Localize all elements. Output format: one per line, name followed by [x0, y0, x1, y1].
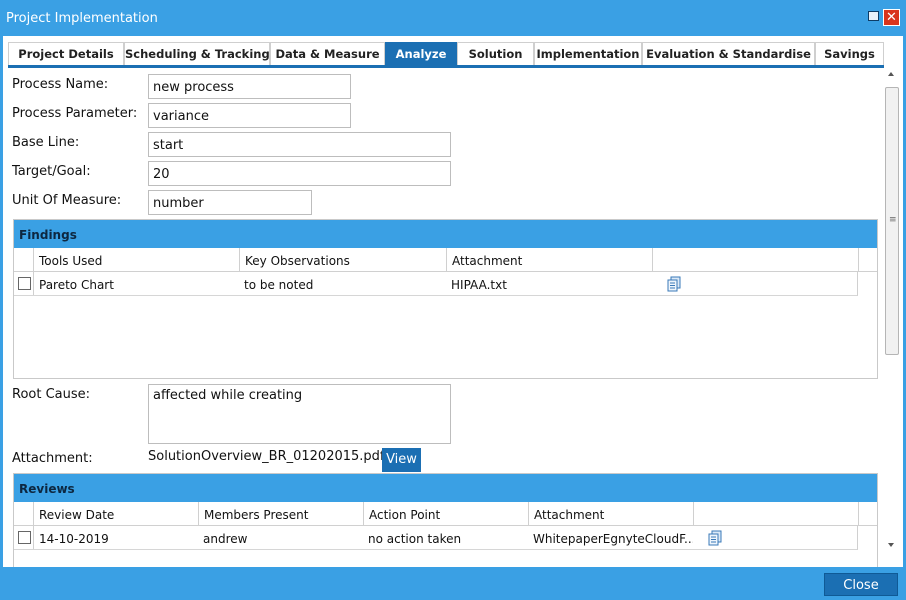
analyze-form: Process Name: new process Process Parame…	[3, 71, 883, 567]
column-attachment[interactable]: Attachment	[528, 502, 693, 525]
tab-solution[interactable]: Solution	[457, 42, 534, 65]
tab-evaluation-standardise[interactable]: Evaluation & Standardise	[642, 42, 815, 65]
row-checkbox[interactable]	[18, 277, 31, 290]
target-goal-label: Target/Goal:	[12, 164, 91, 179]
column-actions	[693, 502, 858, 525]
column-actions	[652, 248, 858, 271]
document-icon[interactable]	[708, 530, 722, 546]
attachment-cell: WhitepaperEgnyteCloudF...	[533, 532, 693, 546]
base-line-field[interactable]: start	[148, 132, 451, 157]
reviews-header-row: Review Date Members Present Action Point…	[14, 502, 877, 526]
select-column-header	[14, 502, 33, 525]
close-icon[interactable]: ✕	[883, 9, 900, 26]
scroll-up-arrow-icon[interactable]	[888, 72, 894, 76]
select-column-header	[14, 248, 33, 271]
column-tools-used[interactable]: Tools Used	[33, 248, 239, 271]
target-goal-field[interactable]: 20	[148, 161, 451, 186]
tab-analyze[interactable]: Analyze	[385, 42, 457, 65]
root-cause-field[interactable]: affected while creating	[148, 384, 451, 444]
key-observations-cell: to be noted	[244, 278, 314, 292]
scrollbar-thumb[interactable]: ≡	[885, 87, 899, 355]
tab-scheduling-tracking[interactable]: Scheduling & Tracking	[124, 42, 270, 65]
findings-panel: Findings Tools Used Key Observations Att…	[13, 219, 878, 379]
findings-header-row: Tools Used Key Observations Attachment	[14, 248, 877, 272]
process-name-field[interactable]: new process	[148, 74, 351, 99]
close-button[interactable]: Close	[824, 573, 898, 596]
column-attachment[interactable]: Attachment	[446, 248, 652, 271]
window-title: Project Implementation	[6, 11, 158, 26]
attachment-cell: HIPAA.txt	[451, 278, 507, 292]
column-key-observations[interactable]: Key Observations	[239, 248, 446, 271]
document-icon[interactable]	[667, 276, 681, 292]
base-line-label: Base Line:	[12, 135, 80, 150]
unit-of-measure-label: Unit Of Measure:	[12, 193, 122, 208]
row-checkbox[interactable]	[18, 531, 31, 544]
reviews-title: Reviews	[14, 474, 877, 502]
process-name-label: Process Name:	[12, 77, 109, 92]
column-members-present[interactable]: Members Present	[198, 502, 363, 525]
attachment-label: Attachment:	[12, 451, 93, 466]
column-action-point[interactable]: Action Point	[363, 502, 528, 525]
maximize-icon[interactable]	[868, 11, 879, 21]
findings-title: Findings	[14, 220, 877, 248]
vertical-scrollbar[interactable]: ≡	[883, 70, 900, 552]
unit-of-measure-field[interactable]: number	[148, 190, 312, 215]
tab-project-details[interactable]: Project Details	[8, 42, 124, 65]
column-spacer	[858, 248, 879, 271]
review-date-cell: 14-10-2019	[33, 526, 198, 549]
scroll-down-arrow-icon[interactable]	[888, 543, 894, 547]
tools-used-cell: Pareto Chart	[33, 272, 239, 295]
root-cause-label: Root Cause:	[12, 387, 91, 402]
tab-bar: Project Details Scheduling & Tracking Da…	[8, 42, 884, 68]
action-point-cell: no action taken	[368, 532, 462, 546]
tab-data-measure[interactable]: Data & Measure	[270, 42, 385, 65]
process-parameter-field[interactable]: variance	[148, 103, 351, 128]
view-button[interactable]: View	[382, 448, 421, 472]
table-row[interactable]: Pareto Chart to be noted HIPAA.txt	[14, 272, 858, 296]
window-titlebar: Project Implementation ✕	[0, 0, 906, 36]
process-parameter-label: Process Parameter:	[12, 106, 138, 121]
attachment-filename: SolutionOverview_BR_01202015.pdf	[148, 449, 385, 464]
table-row[interactable]: 14-10-2019 andrew no action taken Whitep…	[14, 526, 858, 550]
tab-implementation[interactable]: Implementation	[534, 42, 642, 65]
column-spacer	[858, 502, 879, 525]
members-present-cell: andrew	[203, 532, 248, 546]
grip-icon: ≡	[889, 215, 897, 225]
column-review-date[interactable]: Review Date	[33, 502, 198, 525]
tab-savings[interactable]: Savings	[815, 42, 884, 65]
dialog: Project Details Scheduling & Tracking Da…	[3, 36, 903, 567]
reviews-panel: Reviews Review Date Members Present Acti…	[13, 473, 878, 567]
